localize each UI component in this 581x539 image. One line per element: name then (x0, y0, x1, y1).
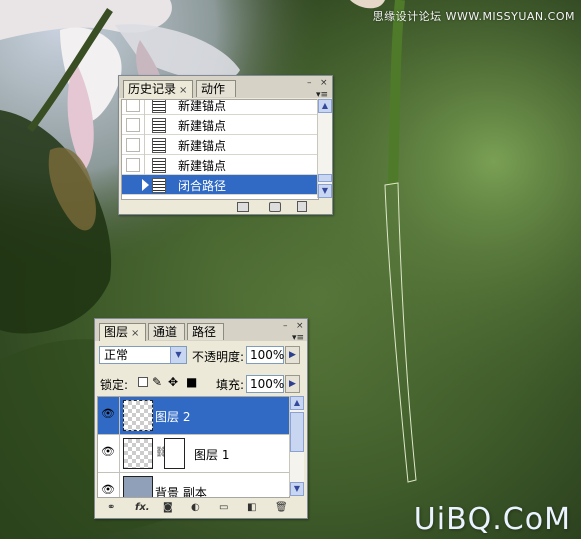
layers-list: 👁 图层 2 👁 ⛓ 图层 1 👁 背景 副本 (97, 396, 290, 498)
opacity-slider-button[interactable]: ▶ (285, 346, 300, 364)
watermark-bottom: UiBQ.CoM (413, 502, 571, 537)
snapshot-source-checkbox[interactable] (126, 100, 140, 112)
layer-thumbnail (123, 476, 153, 497)
scroll-down-icon[interactable]: ▼ (290, 482, 304, 496)
snapshot-source-checkbox[interactable] (126, 138, 140, 152)
watermark-top: 思缘设计论坛 WWW.MISSYUAN.COM (372, 10, 575, 23)
scroll-up-icon[interactable]: ▲ (290, 396, 304, 410)
tab-layers-label: 图层 (104, 325, 129, 339)
eye-column-divider (119, 473, 120, 497)
trash-icon[interactable] (297, 201, 307, 212)
blend-mode-select[interactable]: 正常 ▼ (99, 346, 187, 364)
snapshot-source-checkbox[interactable] (126, 178, 140, 192)
scroll-up-icon[interactable]: ▲ (318, 99, 332, 113)
history-state-icon (152, 158, 166, 173)
new-layer-icon[interactable]: ◧ (247, 502, 256, 513)
visibility-eye-icon[interactable]: 👁 (101, 446, 115, 457)
history-item[interactable]: 新建锚点 (122, 99, 318, 115)
fill-field[interactable]: 100% (246, 375, 284, 393)
history-item-label: 闭合路径 (178, 179, 227, 193)
row-divider (144, 115, 145, 135)
close-icon[interactable]: × (320, 79, 328, 88)
lock-brush-icon[interactable]: ✎ (152, 375, 162, 389)
layer-row[interactable]: 👁 背景 副本 (98, 473, 289, 497)
new-document-from-state-icon[interactable] (237, 202, 249, 212)
history-state-icon (152, 118, 166, 133)
history-item-label: 新建锚点 (178, 119, 227, 133)
history-list: 新建锚点 新建锚点 新建锚点 新建锚点 闭合路径 (121, 99, 319, 200)
layer-name[interactable]: 图层 1 (194, 446, 229, 463)
tab-channels-label: 通道 (153, 325, 178, 339)
tab-paths[interactable]: 路径 (187, 323, 224, 340)
row-divider (144, 135, 145, 155)
snapshot-source-checkbox[interactable] (126, 118, 140, 132)
lock-transparency-checkbox[interactable] (138, 377, 148, 387)
chevron-down-icon[interactable]: ▼ (170, 347, 186, 363)
layer-mask-thumbnail[interactable] (164, 438, 185, 469)
blend-mode-value: 正常 (104, 348, 129, 362)
fill-slider-button[interactable]: ▶ (285, 375, 300, 393)
trash-icon[interactable]: 🗑 (275, 502, 288, 513)
scroll-thumb[interactable] (290, 412, 304, 452)
history-state-icon (152, 178, 166, 193)
snapshot-source-checkbox[interactable] (126, 158, 140, 172)
scroll-down-icon[interactable]: ▼ (318, 184, 332, 198)
layer-name[interactable]: 图层 2 (155, 408, 190, 425)
lock-move-icon[interactable]: ✥ (168, 375, 180, 389)
tab-close-icon[interactable]: × (131, 328, 139, 339)
fx-icon[interactable]: fx. (135, 502, 150, 513)
layer-thumbnail (123, 438, 153, 469)
row-divider (144, 155, 145, 175)
history-state-arrow-icon[interactable] (142, 179, 149, 191)
tab-layers[interactable]: 图层 × (99, 323, 146, 341)
visibility-eye-icon[interactable]: 👁 (101, 408, 115, 419)
layers-scrollbar[interactable]: ▲ ▼ (289, 396, 304, 496)
history-item-label: 新建锚点 (178, 139, 227, 153)
eye-column-divider (119, 397, 120, 435)
layer-name[interactable]: 背景 副本 (155, 484, 207, 497)
visibility-eye-icon[interactable]: 👁 (101, 484, 115, 495)
tab-history-label: 历史记录 (128, 82, 177, 96)
history-item-label: 新建锚点 (178, 99, 227, 113)
history-item[interactable]: 新建锚点 (122, 155, 318, 175)
history-item-label: 新建锚点 (178, 159, 227, 173)
history-state-icon (152, 138, 166, 153)
opacity-field[interactable]: 100% (246, 346, 284, 364)
layer-row-selected[interactable]: 👁 图层 2 (98, 397, 289, 435)
new-group-icon[interactable]: ▭ (219, 502, 228, 513)
panel-menu-icon[interactable]: ▾≡ (292, 333, 304, 343)
new-snapshot-icon[interactable] (269, 202, 281, 212)
tab-paths-label: 路径 (192, 325, 217, 339)
close-icon[interactable]: × (296, 322, 304, 331)
adjustment-layer-icon[interactable]: ◐ (191, 502, 200, 513)
row-divider (144, 100, 145, 115)
history-panel: 历史记录 × 动作 – × ▾≡ 新建锚点 新建锚点 新建锚点 新建锚点 闭合路… (118, 75, 333, 215)
history-state-icon (152, 100, 166, 113)
history-scrollbar[interactable]: ▲ ▼ (317, 99, 332, 198)
tab-history[interactable]: 历史记录 × (123, 80, 193, 98)
layers-panel: 图层 × 通道 路径 – × ▾≡ 正常 ▼ 不透明度: 100% ▶ 锁定: ✎… (94, 318, 308, 519)
layer-row[interactable]: 👁 ⛓ 图层 1 (98, 435, 289, 473)
history-item[interactable]: 新建锚点 (122, 115, 318, 135)
history-item[interactable]: 新建锚点 (122, 135, 318, 155)
add-mask-icon[interactable]: ◙ (163, 502, 173, 513)
tab-close-icon[interactable]: × (179, 85, 187, 96)
tab-actions[interactable]: 动作 (196, 80, 236, 97)
link-layers-icon[interactable]: ⚭ (107, 502, 115, 513)
lock-all-icon[interactable]: ■ (186, 375, 197, 389)
history-item-selected[interactable]: 闭合路径 (122, 175, 318, 195)
tab-actions-label: 动作 (201, 82, 226, 96)
minimize-icon[interactable]: – (307, 79, 312, 88)
eye-column-divider (119, 435, 120, 473)
minimize-icon[interactable]: – (283, 322, 288, 331)
scroll-thumb[interactable] (318, 174, 332, 182)
tab-channels[interactable]: 通道 (148, 323, 185, 340)
layer-thumbnail (123, 400, 153, 431)
